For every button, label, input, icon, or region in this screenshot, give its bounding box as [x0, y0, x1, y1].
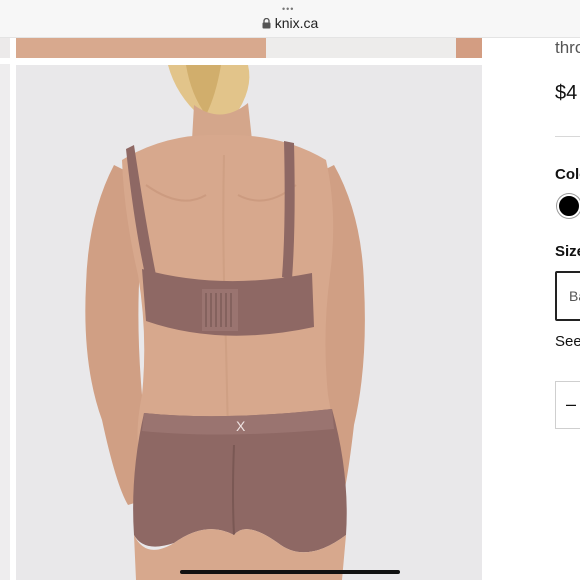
url-text: knix.ca	[274, 15, 319, 31]
page-content: X thro $4 Colo Size Ba See –	[0, 38, 580, 580]
size-guide-link[interactable]: See	[555, 333, 580, 350]
gallery-image-previous[interactable]	[16, 38, 482, 58]
size-label: Size	[555, 243, 580, 260]
color-swatch-black[interactable]	[557, 194, 580, 218]
color-label: Colo	[555, 166, 580, 183]
quantity-stepper[interactable]: –	[555, 381, 580, 429]
thumbnail-strip	[0, 38, 12, 580]
size-select-value: Ba	[569, 288, 580, 304]
quantity-minus-button[interactable]: –	[566, 394, 576, 415]
product-price: $4	[555, 82, 578, 104]
product-details-panel: thro $4 Colo Size Ba See –	[555, 38, 580, 580]
browser-menu-dots[interactable]: •••	[282, 5, 294, 14]
product-hero-image[interactable]: X	[16, 65, 482, 580]
url-display[interactable]: knix.ca	[0, 15, 580, 32]
size-select[interactable]: Ba	[555, 271, 580, 321]
brand-logo-mark: X	[236, 418, 246, 434]
lock-icon	[262, 16, 271, 32]
product-title: thro	[555, 38, 580, 57]
thumbnail-image[interactable]	[0, 64, 10, 580]
thumbnail-image[interactable]	[0, 38, 10, 58]
browser-address-bar: ••• knix.ca	[0, 0, 580, 38]
home-indicator[interactable]	[180, 570, 400, 574]
divider	[555, 136, 580, 137]
